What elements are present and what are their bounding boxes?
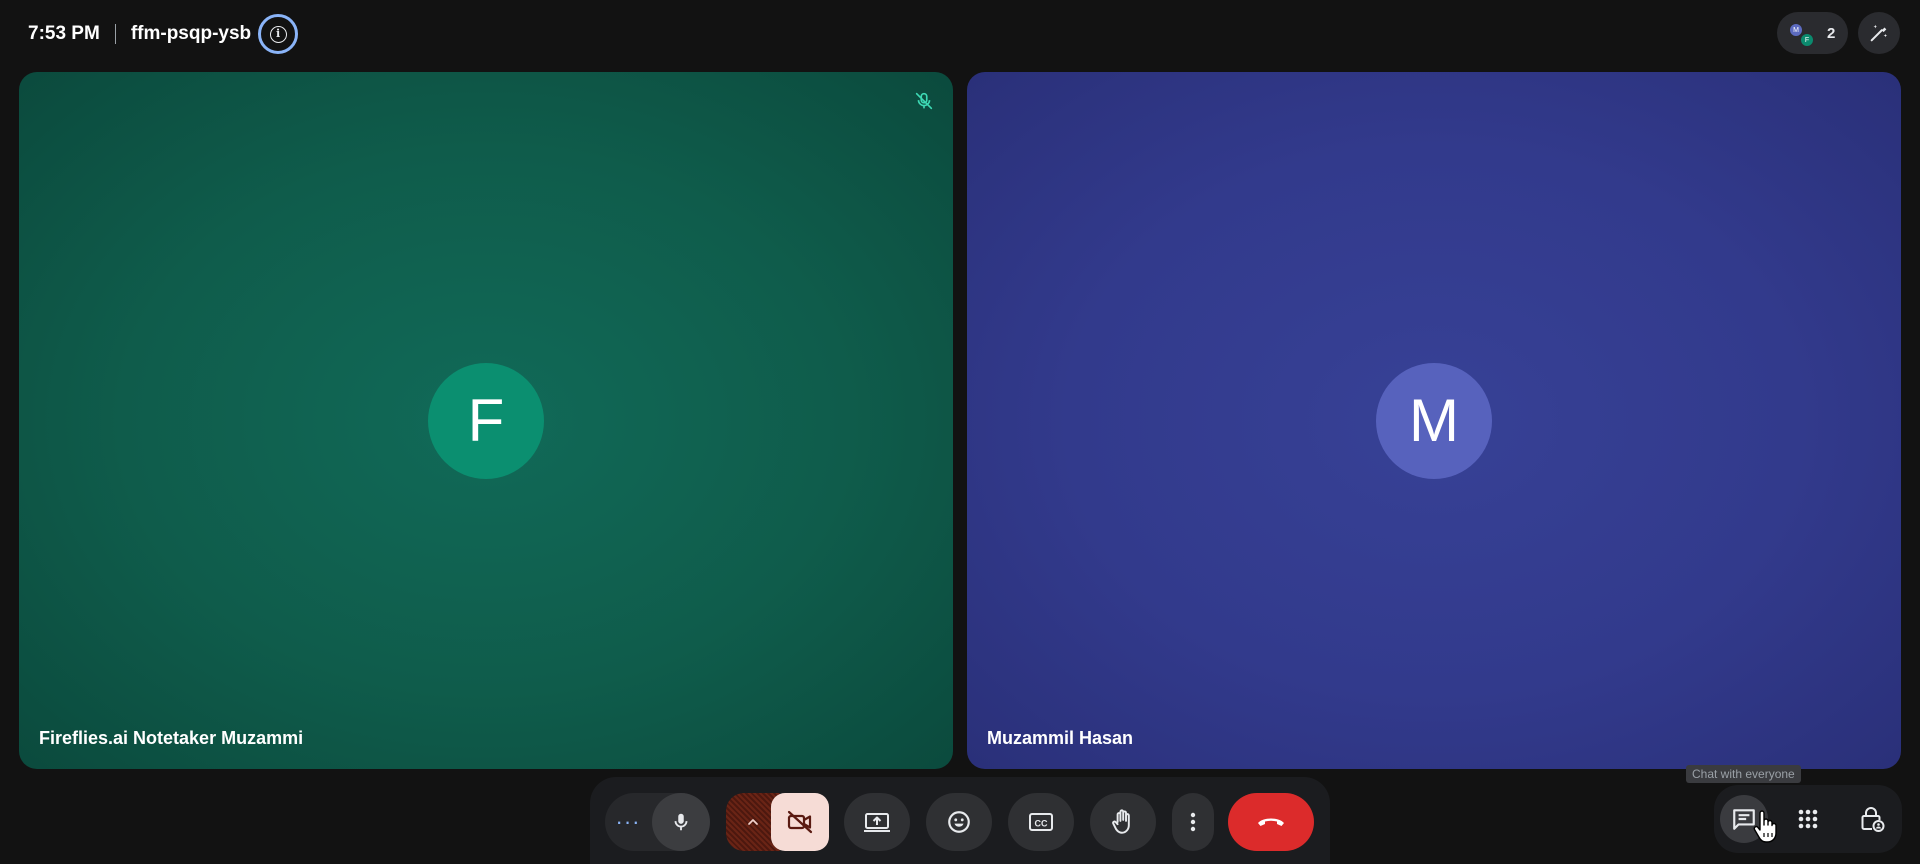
activities-button[interactable] <box>1858 12 1900 54</box>
mic-icon <box>674 813 688 831</box>
present-screen-icon <box>864 813 890 832</box>
magic-pen-icon <box>1870 24 1888 42</box>
captions-icon: CC <box>1029 813 1053 831</box>
raise-hand-button[interactable] <box>1090 793 1156 851</box>
raise-hand-icon <box>1112 809 1130 834</box>
camera-button[interactable] <box>771 793 829 851</box>
call-controls: ··· CC <box>590 777 1330 864</box>
chat-button[interactable] <box>1720 795 1768 843</box>
info-icon: i <box>269 25 287 43</box>
meeting-info: 7:53 PM ffm-psqp-ysb i <box>28 14 299 54</box>
participant-name: Muzammil Hasan <box>987 728 1134 748</box>
camera-off-icon <box>787 810 813 834</box>
divider <box>114 24 116 44</box>
more-vertical-icon <box>1190 812 1196 832</box>
participant-tile[interactable]: F Fireflies.ai Notetaker Muzammi <box>19 72 953 769</box>
mic-off-icon <box>915 92 933 110</box>
people-button[interactable]: M F 2 <box>1777 12 1848 54</box>
more-horizontal-icon: ··· <box>615 809 641 834</box>
host-controls-button[interactable] <box>1848 795 1896 843</box>
participant-tile[interactable]: M Muzammil Hasan <box>967 72 1901 769</box>
present-button[interactable] <box>844 793 910 851</box>
host-controls-lock-icon <box>1861 807 1885 832</box>
chat-tooltip: Chat with everyone <box>1686 765 1801 783</box>
participant-avatars: M F <box>1787 19 1815 47</box>
more-options-button[interactable] <box>1172 793 1214 851</box>
side-panel-controls <box>1714 785 1902 853</box>
participant-name: Fireflies.ai Notetaker Muzammi <box>39 728 304 748</box>
leave-call-button[interactable] <box>1228 793 1314 851</box>
mini-avatar: F <box>1800 33 1814 47</box>
top-bar: 7:53 PM ffm-psqp-ysb i M F 2 <box>0 0 1920 68</box>
microphone-button[interactable] <box>652 793 710 851</box>
captions-button[interactable]: CC <box>1008 793 1074 851</box>
reactions-button[interactable] <box>926 793 992 851</box>
participant-avatar: M <box>1376 362 1492 479</box>
apps-grid-icon <box>1798 809 1818 829</box>
activities-apps-button[interactable] <box>1784 795 1832 843</box>
hangup-icon <box>1258 818 1284 826</box>
camera-options-chevron-icon <box>748 819 758 825</box>
meeting-code: ffm-psqp-ysb <box>130 23 252 44</box>
participant-avatar: F <box>428 362 544 479</box>
svg-text:CC: CC <box>1035 819 1048 829</box>
meeting-time: 7:53 PM <box>28 23 100 44</box>
participant-count: 2 <box>1827 24 1836 42</box>
chat-icon <box>1733 809 1755 830</box>
emoji-icon <box>948 811 970 833</box>
meeting-details-button[interactable]: i <box>258 14 299 54</box>
